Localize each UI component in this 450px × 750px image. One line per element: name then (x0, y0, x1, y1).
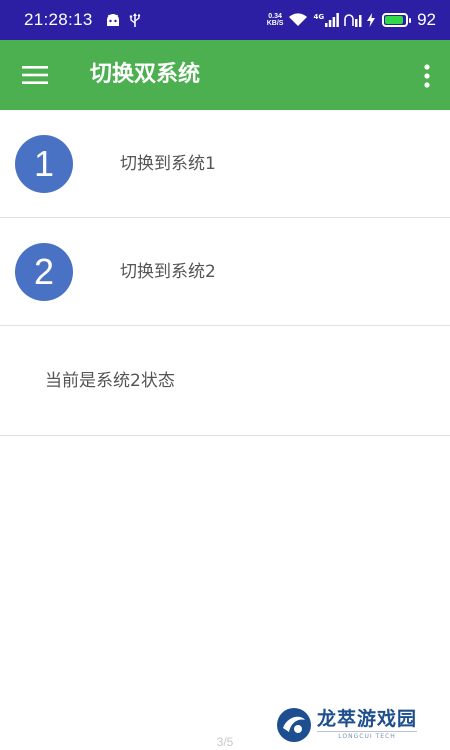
usb-icon (129, 13, 140, 27)
battery-icon (382, 13, 412, 27)
watermark-text: 龙萃游戏园 LONGCUI TECH (317, 708, 418, 742)
charging-icon (367, 13, 376, 27)
status-left-icons (105, 12, 141, 28)
switch-system-1-label: 切换到系统1 (120, 154, 216, 174)
switch-system-2-item[interactable]: 2 切换到系统2 (0, 218, 450, 326)
net-speed-unit: KB/S (266, 20, 284, 27)
battery-fill (385, 16, 404, 24)
net-speed: 0.34 KB/S (267, 13, 284, 27)
watermark-sub: LONGCUI TECH (317, 731, 418, 742)
current-status-text: 当前是系统2状态 (45, 371, 175, 391)
wifi-icon (289, 13, 308, 26)
status-bar: 21:28:13 0.34 KB/S 4G 92 (0, 0, 450, 40)
status-time: 21:28:13 (24, 10, 93, 29)
system-2-badge: 2 (15, 243, 73, 301)
current-status-row: 当前是系统2状态 (0, 326, 450, 436)
signal-icon (325, 13, 339, 27)
signal-1: 4G (313, 13, 339, 27)
system-switch-list: 1 切换到系统1 2 切换到系统2 当前是系统2状态 (0, 110, 450, 436)
app-bar: 切换双系统 (0, 40, 450, 110)
net-speed-value: 0.34 (268, 13, 282, 20)
system-1-badge: 1 (15, 135, 73, 193)
switch-system-1-item[interactable]: 1 切换到系统1 (0, 110, 450, 218)
watermark: 龙萃游戏园 LONGCUI TECH (275, 703, 445, 747)
page-title: 切换双系统 (90, 62, 201, 87)
status-right-icons: 0.34 KB/S 4G 92 (267, 10, 436, 30)
more-options-icon[interactable] (422, 64, 432, 88)
switch-system-2-label: 切换到系统2 (120, 262, 216, 282)
watermark-name: 龙萃游戏园 (317, 708, 418, 730)
watermark-logo-icon (277, 708, 311, 742)
android-icon (106, 14, 119, 26)
battery-percent: 92 (417, 10, 436, 29)
signal-2-icon (344, 14, 362, 27)
menu-icon[interactable] (22, 65, 48, 85)
network-label: 4G (313, 13, 325, 21)
